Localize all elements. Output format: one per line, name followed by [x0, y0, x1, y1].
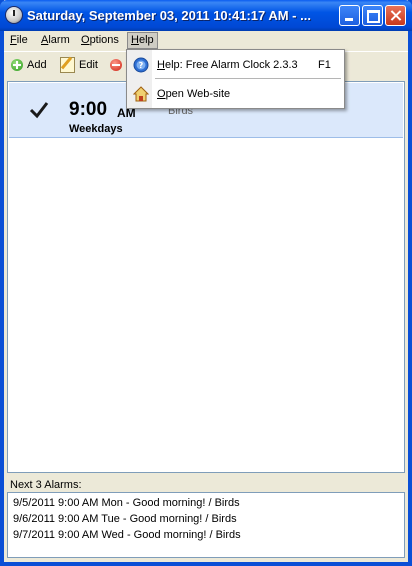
add-button-label: Add: [27, 59, 47, 71]
minimize-icon[interactable]: [339, 5, 360, 26]
close-icon[interactable]: [385, 5, 406, 26]
alarm-list[interactable]: 9:00 AM Birds Weekdays: [7, 81, 405, 473]
menu-item-open-website-label: Open Web-site: [157, 88, 230, 100]
menu-file-label: ile: [16, 34, 28, 46]
alarm-days: Weekdays: [69, 123, 123, 135]
help-dropdown-menu: ? Help: Free Alarm Clock 2.3.3 F1 Open W…: [126, 49, 345, 109]
edit-button[interactable]: Edit: [60, 56, 98, 74]
menu-options-label: ptions: [89, 34, 119, 46]
help-icon: ?: [133, 57, 149, 73]
menu-help-label: elp: [138, 34, 154, 46]
menu-item-help-about-text: elp: Free Alarm Clock 2.3.3: [164, 59, 298, 71]
menu-item-open-website-text: pen Web-site: [165, 88, 231, 100]
list-item: 9/5/2011 9:00 AM Mon - Good morning! / B…: [13, 497, 240, 509]
menu-alarm-label: larm: [48, 34, 70, 46]
menu-alarm[interactable]: Alarm: [38, 33, 73, 48]
menu-item-open-website[interactable]: Open Web-site: [128, 84, 344, 104]
menu-item-help-about-shortcut: F1: [318, 59, 331, 71]
menu-bar: File Alarm Options Help: [4, 31, 408, 50]
alarm-time: 9:00: [69, 99, 108, 120]
maximize-icon[interactable]: [362, 5, 383, 26]
svg-text:?: ?: [139, 61, 144, 70]
home-icon: [133, 86, 149, 102]
menu-item-help-about[interactable]: ? Help: Free Alarm Clock 2.3.3 F1: [128, 55, 344, 75]
menu-file-mnemonic: F: [10, 34, 17, 46]
menu-file[interactable]: File: [7, 33, 31, 48]
alarm-clock-icon[interactable]: [6, 7, 22, 23]
menu-item-open-website-mnemonic: O: [157, 88, 166, 100]
list-item: 9/7/2011 9:00 AM Wed - Good morning! / B…: [13, 529, 241, 541]
menu-options[interactable]: Options: [78, 33, 122, 48]
menu-options-mnemonic: O: [81, 34, 90, 46]
menu-help-mnemonic: H: [131, 34, 139, 46]
menu-help[interactable]: Help: [127, 32, 158, 49]
menu-separator: [155, 78, 341, 79]
alarm-enabled-checkmark-icon[interactable]: [28, 99, 50, 121]
add-button[interactable]: Add: [11, 56, 47, 74]
add-icon: [11, 59, 23, 71]
edit-icon: [60, 57, 75, 73]
list-item: 9/6/2011 9:00 AM Tue - Good morning! / B…: [13, 513, 237, 525]
next-alarms-label: Next 3 Alarms:: [10, 479, 82, 491]
window-title: Saturday, September 03, 2011 10:41:17 AM…: [27, 8, 311, 23]
title-bar[interactable]: Saturday, September 03, 2011 10:41:17 AM…: [0, 0, 412, 31]
delete-button[interactable]: [110, 56, 122, 74]
menu-item-help-about-label: Help: Free Alarm Clock 2.3.3: [157, 59, 298, 71]
edit-button-label: Edit: [79, 59, 98, 71]
menu-item-help-about-mnemonic: H: [157, 59, 165, 71]
delete-icon: [110, 59, 122, 71]
next-alarms-list: 9/5/2011 9:00 AM Mon - Good morning! / B…: [7, 492, 405, 558]
